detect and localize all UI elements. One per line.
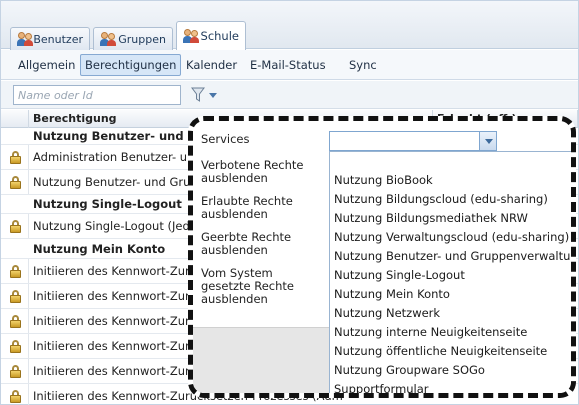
list-item[interactable]: Nutzung Verwaltungscloud (edu-sharing): [330, 228, 571, 247]
hide-allowed-option[interactable]: Erlaubte Rechte ausblenden: [201, 195, 316, 221]
users-icon: [100, 32, 116, 46]
tab-label: Schule: [200, 29, 239, 43]
lock-icon: [10, 290, 21, 303]
subtab-kalender[interactable]: Kalender: [181, 54, 242, 76]
group-label: Nutzung Single-Logout: [33, 197, 182, 211]
services-dropdown-list: Nutzung BioBook Nutzung Bildungscloud (e…: [329, 151, 571, 393]
search-input[interactable]: [13, 85, 181, 105]
list-item[interactable]: Nutzung interne Neuigkeitenseite: [330, 323, 571, 342]
lock-cell: [1, 284, 29, 308]
list-item[interactable]: Nutzung Groupware SOGo: [330, 361, 571, 380]
tab-label: Benutzer: [33, 32, 83, 46]
subtab-email-status[interactable]: E-Mail-Status: [245, 54, 331, 76]
list-item[interactable]: Nutzung Bildungscloud (edu-sharing): [330, 190, 571, 209]
lock-cell: [1, 170, 29, 194]
main-tab-strip: Benutzer Gruppen Schule: [1, 1, 578, 50]
list-item[interactable]: Supportformular: [330, 380, 571, 393]
lock-icon: [10, 340, 21, 353]
tab-benutzer[interactable]: Benutzer: [10, 27, 90, 50]
tab-label: Gruppen: [118, 32, 166, 46]
list-item[interactable]: Nutzung öffentliche Neuigkeitenseite: [330, 342, 571, 361]
lock-cell: [1, 384, 29, 405]
chevron-down-icon[interactable]: [479, 132, 496, 150]
users-icon: [183, 29, 199, 43]
lock-cell: [1, 214, 29, 238]
hide-system-option[interactable]: Vom System gesetzte Rechte ausblenden: [201, 267, 316, 306]
subtab-allgemein[interactable]: Allgemein: [13, 54, 80, 76]
filter-options-popup: Services Verbotene Rechte ausblenden Erl…: [188, 116, 576, 398]
hide-inherited-option[interactable]: Geerbte Rechte ausblenden: [201, 231, 316, 257]
group-label: Nutzung Mein Konto: [33, 242, 166, 256]
lock-icon: [10, 390, 21, 403]
list-item[interactable]: Nutzung BioBook: [330, 171, 571, 190]
app-window: Benutzer Gruppen Schule Allgemein Berech…: [0, 0, 579, 405]
services-select[interactable]: [329, 131, 497, 151]
lock-icon: [10, 365, 21, 378]
tab-gruppen[interactable]: Gruppen: [93, 27, 173, 50]
lock-icon: [10, 265, 21, 278]
list-item[interactable]: Nutzung Mein Konto: [330, 285, 571, 304]
lock-cell: [1, 145, 29, 169]
sub-tab-strip: Allgemein Berechtigungen Kalender E-Mail…: [1, 50, 578, 80]
lock-icon: [10, 176, 21, 189]
lock-icon: [10, 315, 21, 328]
subtab-berechtigungen[interactable]: Berechtigungen: [80, 54, 182, 76]
lock-icon: [10, 151, 21, 164]
subtab-sync[interactable]: Sync: [344, 54, 382, 76]
filter-icon[interactable]: [191, 87, 205, 103]
filter-toolbar: [1, 81, 578, 109]
dialog-footer: [193, 327, 333, 393]
list-item[interactable]: Nutzung Bildungsmediathek NRW: [330, 209, 571, 228]
lock-cell: [1, 359, 29, 383]
column-lock: [1, 110, 29, 128]
hide-forbidden-option[interactable]: Verbotene Rechte ausblenden: [201, 159, 316, 185]
services-label: Services: [201, 132, 250, 146]
list-item[interactable]: Nutzung Single-Logout: [330, 266, 571, 285]
tab-schule[interactable]: Schule: [176, 21, 246, 50]
lock-cell: [1, 309, 29, 333]
lock-cell: [1, 334, 29, 358]
chevron-down-icon[interactable]: [209, 93, 217, 98]
list-item[interactable]: [330, 152, 571, 171]
lock-icon: [10, 220, 21, 233]
list-item[interactable]: Nutzung Benutzer- und Gruppenverwaltung: [330, 247, 571, 266]
lock-cell: [1, 259, 29, 283]
users-icon: [17, 32, 33, 46]
list-item[interactable]: Nutzung Netzwerk: [330, 304, 571, 323]
